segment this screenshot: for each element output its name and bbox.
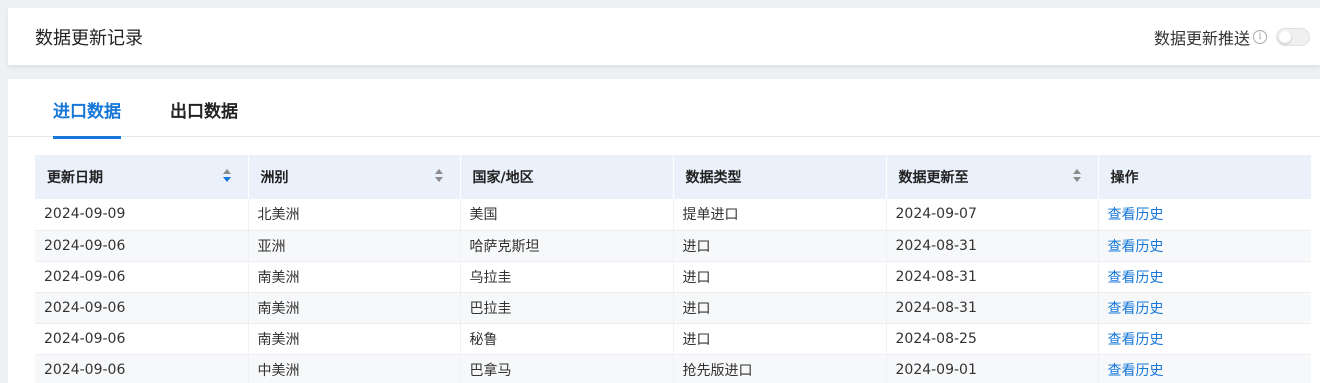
- cell-type: 进口: [673, 323, 887, 355]
- column-header-action: 操作: [1098, 155, 1311, 199]
- cell-continent: 南美洲: [248, 261, 461, 293]
- cell-updated-to: 2024-09-01: [886, 354, 1099, 383]
- column-header-label: 数据更新至: [898, 170, 969, 186]
- cell-continent: 中美洲: [248, 354, 461, 383]
- cell-type: 提单进口: [673, 199, 887, 231]
- table-row: 2024-09-06 南美洲 巴拉圭 进口 2024-08-31 查看历史: [35, 292, 1311, 324]
- cell-date: 2024-09-06: [35, 230, 249, 262]
- tab-import[interactable]: 进口数据: [53, 97, 121, 139]
- table-row: 2024-09-06 南美洲 乌拉圭 进口 2024-08-31 查看历史: [35, 261, 1311, 293]
- cell-action: 查看历史: [1098, 354, 1311, 383]
- column-header-continent[interactable]: 洲别: [248, 155, 461, 199]
- info-icon[interactable]: i: [1253, 29, 1267, 44]
- cell-type: 抢先版进口: [673, 354, 887, 383]
- column-header-label: 洲别: [260, 170, 289, 186]
- cell-country: 哈萨克斯坦: [460, 230, 674, 262]
- cell-updated-to: 2024-08-31: [886, 261, 1099, 293]
- cell-updated-to: 2024-08-31: [886, 230, 1099, 262]
- cell-continent: 南美洲: [248, 323, 461, 355]
- column-header-label: 更新日期: [47, 170, 103, 186]
- cell-country: 美国: [460, 199, 674, 231]
- cell-action: 查看历史: [1098, 230, 1311, 262]
- column-header-type: 数据类型: [673, 155, 887, 199]
- cell-date: 2024-09-06: [35, 354, 249, 383]
- sort-icon[interactable]: [1072, 169, 1082, 185]
- view-history-link[interactable]: 查看历史: [1108, 270, 1164, 286]
- sort-icon[interactable]: [222, 169, 232, 185]
- column-header-label: 操作: [1110, 170, 1139, 186]
- cell-action: 查看历史: [1098, 292, 1311, 324]
- column-header-label: 数据类型: [685, 170, 742, 186]
- view-history-link[interactable]: 查看历史: [1108, 239, 1164, 255]
- push-label: 数据更新推送: [1153, 28, 1250, 48]
- column-header-updated-to[interactable]: 数据更新至: [886, 155, 1099, 199]
- view-history-link[interactable]: 查看历史: [1108, 363, 1164, 379]
- push-toggle[interactable]: [1276, 27, 1310, 46]
- cell-continent: 亚洲: [248, 230, 461, 262]
- cell-action: 查看历史: [1098, 199, 1311, 231]
- cell-date: 2024-09-09: [35, 199, 249, 231]
- view-history-link[interactable]: 查看历史: [1108, 207, 1164, 223]
- cell-date: 2024-09-06: [35, 292, 249, 324]
- cell-country: 巴拉圭: [460, 292, 674, 324]
- tab-export[interactable]: 出口数据: [170, 97, 238, 137]
- cell-action: 查看历史: [1098, 323, 1311, 355]
- cell-updated-to: 2024-08-31: [886, 292, 1099, 324]
- cell-continent: 南美洲: [248, 292, 461, 324]
- table-row: 2024-09-06 南美洲 秘鲁 进口 2024-08-25 查看历史: [35, 323, 1311, 355]
- cell-country: 秘鲁: [460, 323, 674, 355]
- column-header-date[interactable]: 更新日期: [35, 155, 249, 199]
- sort-icon[interactable]: [434, 169, 444, 185]
- cell-type: 进口: [673, 292, 887, 324]
- toggle-knob: [1279, 30, 1291, 43]
- table-row: 2024-09-09 北美洲 美国 提单进口 2024-09-07 查看历史: [35, 199, 1311, 231]
- records-panel: 进口数据 出口数据 更新日期 洲别 国家/地区 数据类型 数据更新至 操作 20…: [8, 79, 1320, 383]
- column-header-country: 国家/地区: [460, 155, 674, 199]
- cell-updated-to: 2024-09-07: [886, 199, 1099, 231]
- cell-updated-to: 2024-08-25: [886, 323, 1099, 355]
- cell-country: 乌拉圭: [460, 261, 674, 293]
- cell-date: 2024-09-06: [35, 323, 249, 355]
- push-setting: 数据更新推送 i: [1154, 25, 1310, 49]
- tab-bar: 进口数据 出口数据: [8, 79, 1320, 139]
- records-table: 更新日期 洲别 国家/地区 数据类型 数据更新至 操作 2024-09-09 北…: [35, 155, 1311, 383]
- view-history-link[interactable]: 查看历史: [1108, 332, 1164, 348]
- cell-type: 进口: [673, 261, 887, 293]
- cell-type: 进口: [673, 230, 887, 262]
- table-row: 2024-09-06 亚洲 哈萨克斯坦 进口 2024-08-31 查看历史: [35, 230, 1311, 262]
- cell-date: 2024-09-06: [35, 261, 249, 293]
- page-header: 数据更新记录 数据更新推送 i: [8, 8, 1320, 65]
- view-history-link[interactable]: 查看历史: [1108, 301, 1164, 317]
- page-title: 数据更新记录: [35, 27, 143, 49]
- cell-country: 巴拿马: [460, 354, 674, 383]
- table-row: 2024-09-06 中美洲 巴拿马 抢先版进口 2024-09-01 查看历史: [35, 354, 1311, 383]
- column-header-label: 国家/地区: [472, 170, 534, 186]
- cell-action: 查看历史: [1098, 261, 1311, 293]
- table-header-row: 更新日期 洲别 国家/地区 数据类型 数据更新至 操作: [35, 155, 1311, 199]
- cell-continent: 北美洲: [248, 199, 461, 231]
